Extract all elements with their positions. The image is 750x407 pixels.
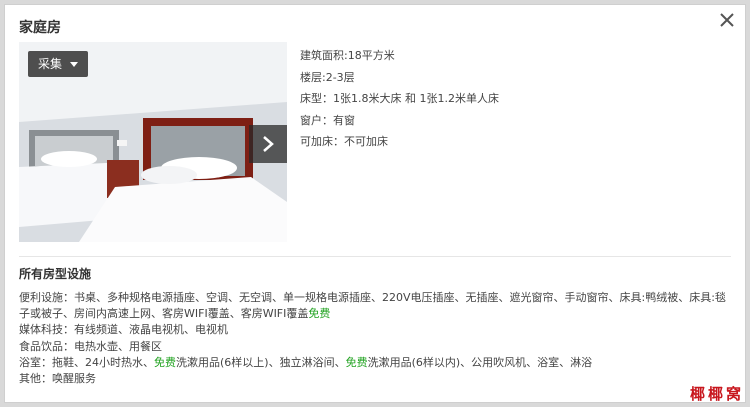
room-detail-modal: 家庭房 采集 建筑面积:18平方米 楼层:2-3层 床型：1张1.8米大床 和 … [4, 4, 746, 403]
info-area: 建筑面积:18平方米 [300, 49, 395, 62]
facility-text: 唤醒服务 [52, 372, 96, 386]
info-window: 窗户：有窗 [300, 113, 355, 127]
free-text: 免费 [345, 355, 368, 369]
divider [19, 256, 731, 257]
info-extra-bed: 可加床：不可加床 [300, 135, 388, 148]
facility-convenience: 便利设施：书桌、多种规格电源插座、空调、无空调、单一规格电源插座、220V电压插… [19, 290, 733, 322]
facility-text: 书桌、多种规格电源插座、空调、无空调、单一规格电源插座、220V电压插座、无插座… [19, 291, 726, 321]
close-icon [720, 13, 734, 27]
facility-text: 有线频道、液晶电视机、电视机 [74, 323, 228, 337]
facility-text: 拖鞋、24小时热水、 [52, 355, 154, 369]
facility-label: 食品饮品： [19, 339, 74, 353]
facility-bath: 浴室：拖鞋、24小时热水、免费洗漱用品(6样以上)、独立淋浴间、免费洗漱用品(6… [19, 355, 733, 371]
facility-label: 媒体科技： [19, 323, 74, 337]
facility-label: 其他： [19, 372, 52, 386]
info-bed: 床型：1张1.8米大床 和 1张1.2米单人床 [300, 92, 499, 105]
facilities-title: 所有房型设施 [19, 267, 92, 281]
close-button[interactable] [718, 11, 736, 29]
facility-food: 食品饮品：电热水壶、用餐区 [19, 339, 733, 355]
collect-label: 采集 [38, 57, 63, 71]
facility-media: 媒体科技：有线频道、液晶电视机、电视机 [19, 322, 733, 338]
next-photo-button[interactable] [249, 125, 287, 163]
facility-label: 便利设施： [19, 291, 74, 304]
watermark-logo: 椰椰窝 [689, 385, 744, 403]
collect-button[interactable]: 采集 [28, 51, 89, 77]
caret-down-icon [70, 61, 79, 67]
facility-label: 浴室： [19, 355, 52, 369]
facility-text: 洗漱用品(6样以上)、独立淋浴间、 [176, 355, 346, 369]
free-text: 免费 [154, 355, 176, 369]
room-title: 家庭房 [19, 20, 61, 36]
facilities-list: 便利设施：书桌、多种规格电源插座、空调、无空调、单一规格电源插座、220V电压插… [19, 290, 733, 387]
info-floor: 楼层:2-3层 [300, 70, 355, 84]
facility-text: 洗漱用品(6样以内)、公用吹风机、浴室、淋浴 [367, 355, 593, 369]
facility-other: 其他：唤醒服务 [19, 371, 733, 387]
chevron-right-icon [263, 136, 274, 152]
facility-text: 电热水壶、用餐区 [74, 339, 162, 353]
room-info: 建筑面积:18平方米 楼层:2-3层 床型：1张1.8米大床 和 1张1.2米单… [300, 45, 499, 153]
room-photo[interactable]: 采集 [19, 42, 287, 242]
free-text: 免费 [308, 307, 331, 321]
